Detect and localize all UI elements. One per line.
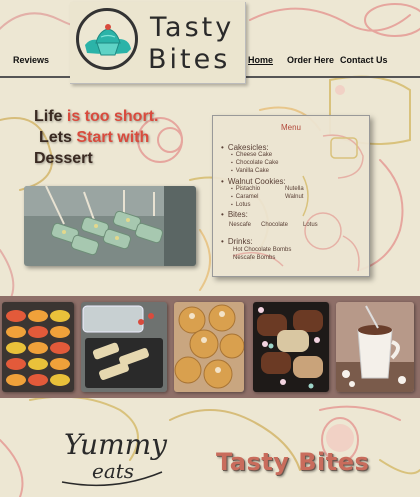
- site-header: Reviews Tasty Bites Home Order Here Cont…: [0, 0, 420, 90]
- menu-item: Hot Chocolate Bombs: [233, 247, 292, 253]
- hero-text: Life: [34, 108, 67, 125]
- logo[interactable]: Tasty Bites: [70, 2, 246, 84]
- hero-tagline: Life is too short. Lets Start with Desse…: [34, 106, 194, 169]
- gallery-photo-packaged-cakesicles[interactable]: [81, 302, 167, 392]
- menu-item: Caramel: [231, 194, 259, 200]
- menu-category: Walnut Cookies:: [221, 177, 286, 186]
- yummy-logo-line2: eats: [92, 459, 134, 483]
- yummy-eats-logo: Yummy eats: [61, 428, 168, 487]
- gallery-photo-marshmallow-pops[interactable]: [253, 302, 329, 392]
- menu-item: Lotus: [303, 222, 318, 228]
- menu-item: Pistachio: [231, 186, 260, 192]
- menu-title: Menu: [280, 123, 301, 132]
- cupcake-icon: [76, 8, 138, 70]
- hero-text: Lets: [39, 129, 77, 146]
- hero-line-3: Dessert: [34, 148, 194, 169]
- gallery-photo-walnut-cookies[interactable]: [174, 302, 244, 392]
- gallery-photo-macarons[interactable]: [2, 302, 74, 392]
- menu-item: Chocolate Cake: [231, 160, 279, 166]
- hero-text-accent: is too short.: [66, 108, 159, 125]
- menu-item: Nutella: [285, 186, 304, 192]
- hero-text: Dessert: [34, 150, 93, 167]
- hero-line-1: Life is too short.: [34, 106, 194, 127]
- footer-brand: Tasty Bites: [216, 448, 370, 476]
- hero-line-2: Lets Start with: [34, 127, 194, 148]
- menu-item: Chocolate: [261, 222, 289, 228]
- logo-text-line2: Bites: [148, 44, 231, 75]
- nav-home-link[interactable]: Home: [248, 55, 273, 65]
- menu-category: Drinks:: [221, 237, 253, 246]
- menu-card: Menu Cakesicles: Cheese Cake Chocolate C…: [212, 115, 370, 277]
- menu-category: Bites:: [221, 210, 248, 219]
- menu-item: Walnut: [285, 194, 304, 200]
- cakesicles-photo: [24, 186, 196, 266]
- nav-reviews-link[interactable]: Reviews: [13, 55, 49, 65]
- menu-item: Nescafe: [229, 222, 252, 228]
- menu-item: Cheese Cake: [231, 152, 272, 158]
- nav-order-link[interactable]: Order Here: [287, 55, 334, 65]
- hero-text-accent: Start with: [76, 129, 150, 146]
- nav-contact-link[interactable]: Contact Us: [340, 55, 388, 65]
- menu-item: Lotus: [231, 202, 251, 208]
- gallery-photo-hot-chocolate[interactable]: [336, 302, 414, 392]
- menu-category: Cakesicles:: [221, 143, 269, 152]
- menu-item: Nescafe Bombs: [233, 255, 276, 261]
- yummy-logo-line1: Yummy: [64, 428, 168, 461]
- menu-item: Vanilla Cake: [231, 168, 269, 174]
- logo-text-line1: Tasty: [150, 12, 235, 43]
